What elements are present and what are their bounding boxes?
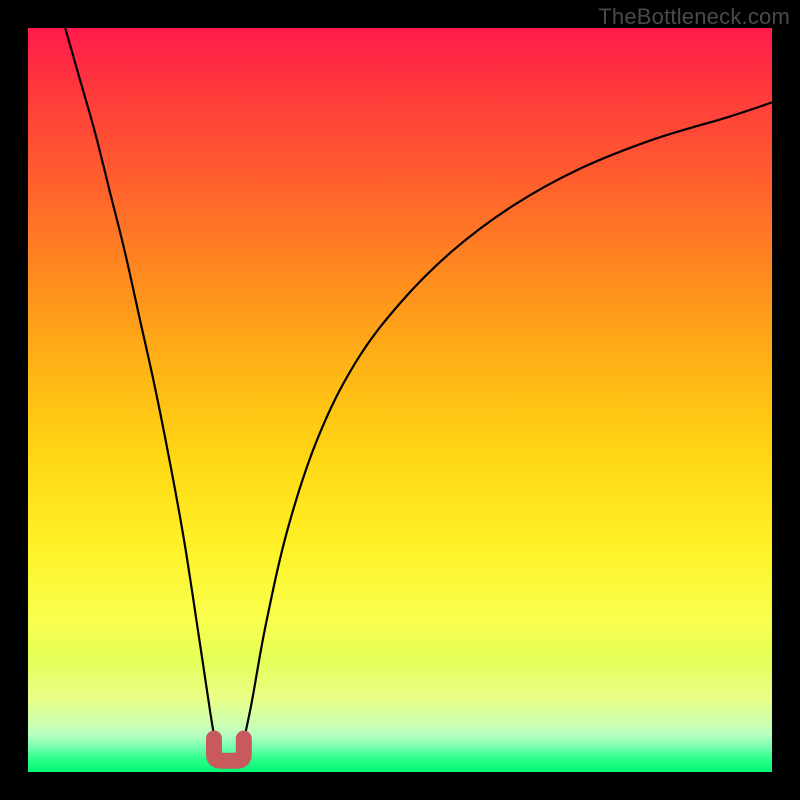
- watermark-text: TheBottleneck.com: [598, 4, 790, 30]
- chart-frame: TheBottleneck.com: [0, 0, 800, 800]
- curve-layer: [28, 28, 772, 772]
- curve-right-branch: [240, 102, 772, 757]
- valley-marker: [214, 739, 244, 761]
- curve-left-branch: [65, 28, 218, 757]
- plot-area: [28, 28, 772, 772]
